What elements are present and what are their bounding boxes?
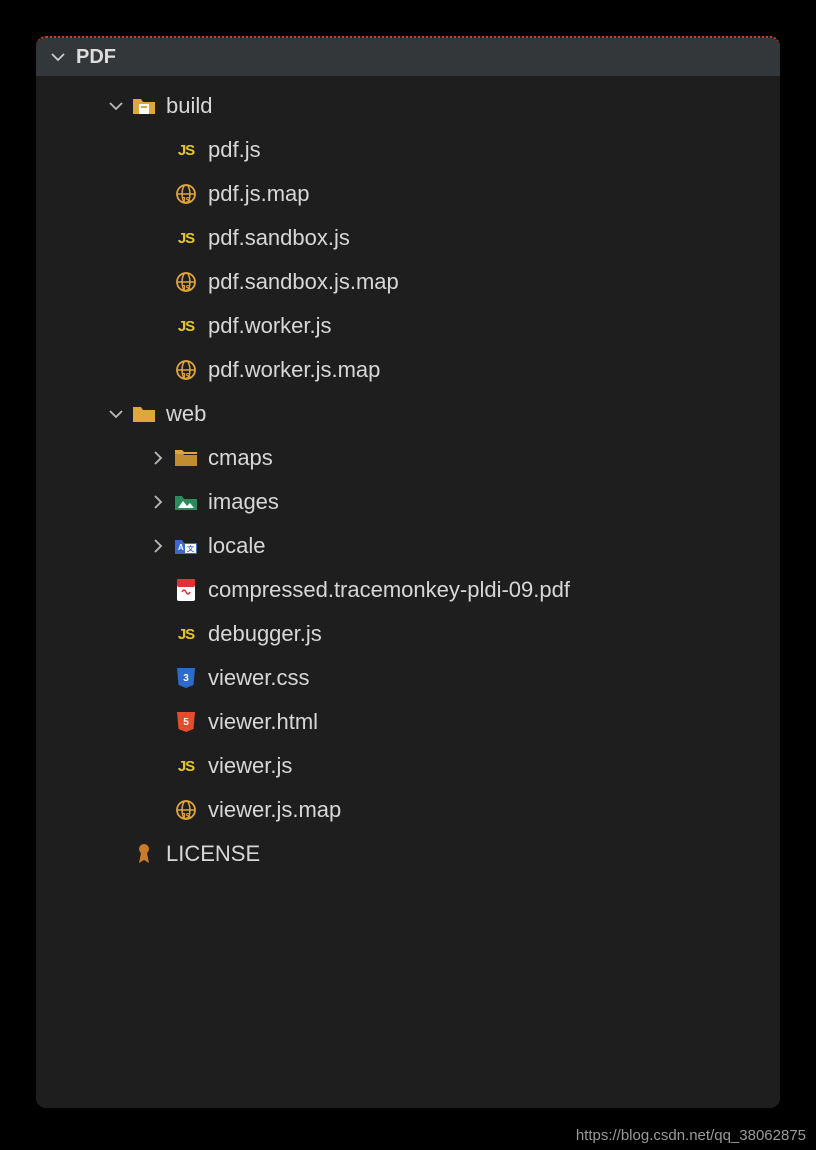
svg-text:A: A	[178, 543, 184, 552]
file-label: pdf.sandbox.js.map	[208, 269, 399, 295]
file-item[interactable]: JS pdf.worker.js	[36, 304, 780, 348]
map-icon: JS	[172, 796, 200, 824]
folder-images-icon	[172, 488, 200, 516]
chevron-down-icon	[106, 98, 126, 114]
file-item[interactable]: JS pdf.js	[36, 128, 780, 172]
js-icon: JS	[172, 620, 200, 648]
file-label: pdf.worker.js	[208, 313, 332, 339]
folder-label: web	[166, 401, 206, 427]
pdf-icon	[172, 576, 200, 604]
folder-label: cmaps	[208, 445, 273, 471]
folder-icon	[130, 400, 158, 428]
file-label: viewer.js.map	[208, 797, 341, 823]
svg-text:JS: JS	[181, 196, 191, 205]
file-item[interactable]: JS pdf.sandbox.js.map	[36, 260, 780, 304]
file-label: compressed.tracemonkey-pldi-09.pdf	[208, 577, 570, 603]
folder-locale-icon: A文	[172, 532, 200, 560]
folder-icon	[172, 444, 200, 472]
js-icon: JS	[172, 136, 200, 164]
map-icon: JS	[172, 180, 200, 208]
file-item[interactable]: 5 viewer.html	[36, 700, 780, 744]
explorer-title: PDF	[76, 46, 116, 69]
js-icon: JS	[172, 224, 200, 252]
file-tree: build JS pdf.js JS pdf.js.map JS pdf.san…	[36, 76, 780, 876]
svg-text:文: 文	[187, 544, 195, 553]
file-item[interactable]: JS debugger.js	[36, 612, 780, 656]
file-item[interactable]: compressed.tracemonkey-pldi-09.pdf	[36, 568, 780, 612]
folder-label: build	[166, 93, 212, 119]
file-item[interactable]: JS viewer.js	[36, 744, 780, 788]
folder-item[interactable]: cmaps	[36, 436, 780, 480]
file-label: pdf.js.map	[208, 181, 310, 207]
svg-text:3: 3	[183, 673, 189, 684]
folder-label: images	[208, 489, 279, 515]
js-icon: JS	[172, 312, 200, 340]
svg-text:JS: JS	[181, 284, 191, 293]
file-item[interactable]: JS pdf.worker.js.map	[36, 348, 780, 392]
chevron-right-icon	[148, 494, 168, 510]
folder-build[interactable]: build	[36, 84, 780, 128]
folder-label: locale	[208, 533, 265, 559]
file-item[interactable]: LICENSE	[36, 832, 780, 876]
html-icon: 5	[172, 708, 200, 736]
file-item[interactable]: JS pdf.js.map	[36, 172, 780, 216]
file-label: LICENSE	[166, 841, 260, 867]
file-label: viewer.js	[208, 753, 292, 779]
file-item[interactable]: JS viewer.js.map	[36, 788, 780, 832]
file-item[interactable]: 3 viewer.css	[36, 656, 780, 700]
chevron-down-icon	[106, 406, 126, 422]
explorer-header[interactable]: PDF	[36, 38, 780, 76]
map-icon: JS	[172, 356, 200, 384]
file-label: debugger.js	[208, 621, 322, 647]
chevron-right-icon	[148, 450, 168, 466]
file-label: pdf.js	[208, 137, 261, 163]
watermark: https://blog.csdn.net/qq_38062875	[576, 1127, 806, 1144]
file-label: viewer.css	[208, 665, 309, 691]
file-label: pdf.sandbox.js	[208, 225, 350, 251]
map-icon: JS	[172, 268, 200, 296]
chevron-right-icon	[148, 538, 168, 554]
svg-text:JS: JS	[181, 812, 191, 821]
js-icon: JS	[172, 752, 200, 780]
file-label: viewer.html	[208, 709, 318, 735]
chevron-down-icon	[48, 49, 68, 65]
license-icon	[130, 840, 158, 868]
folder-item[interactable]: A文 locale	[36, 524, 780, 568]
file-label: pdf.worker.js.map	[208, 357, 380, 383]
svg-text:5: 5	[183, 717, 189, 728]
folder-item[interactable]: images	[36, 480, 780, 524]
folder-web[interactable]: web	[36, 392, 780, 436]
file-explorer-panel: PDF build JS pdf.js JS pdf.js.map	[36, 36, 780, 1108]
file-item[interactable]: JS pdf.sandbox.js	[36, 216, 780, 260]
svg-text:JS: JS	[181, 372, 191, 381]
folder-build-icon	[130, 92, 158, 120]
css-icon: 3	[172, 664, 200, 692]
